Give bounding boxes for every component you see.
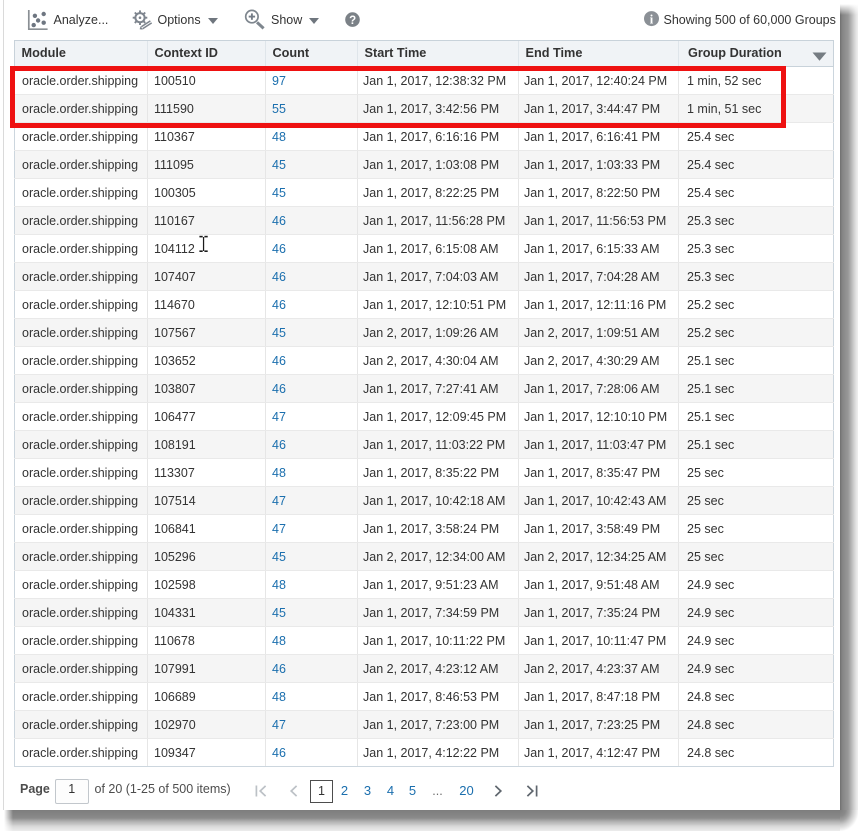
svg-text:?: ?: [349, 15, 356, 27]
svg-text:i: i: [650, 13, 654, 27]
